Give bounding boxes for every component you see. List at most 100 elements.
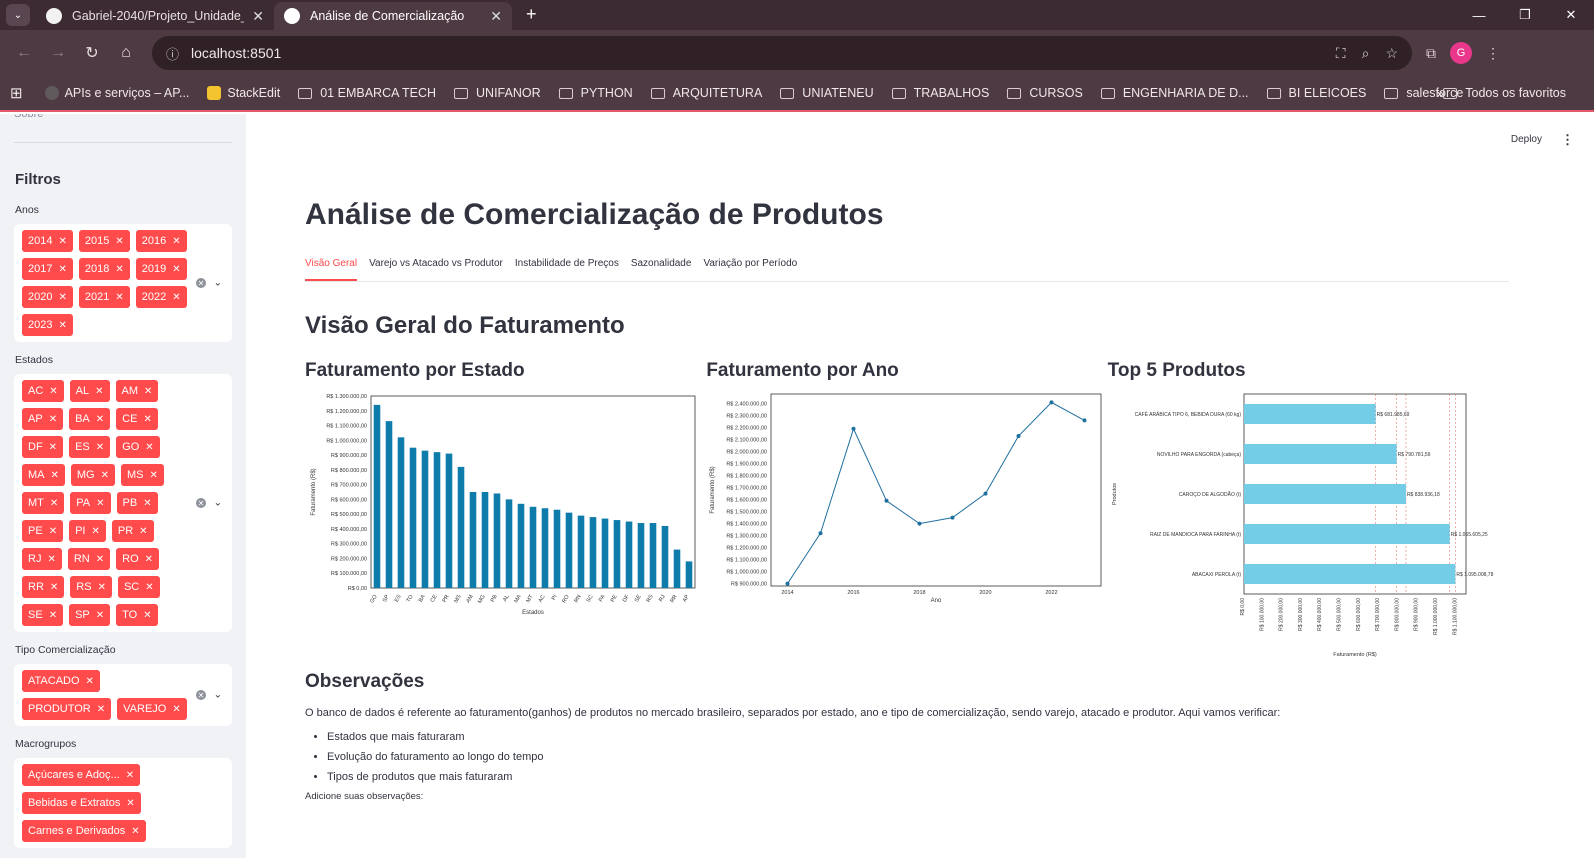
filter-chip[interactable]: 2020 ✕ xyxy=(22,286,73,308)
filter-chip[interactable]: GO ✕ xyxy=(116,436,160,458)
filter-chip[interactable]: 2015 ✕ xyxy=(78,230,130,252)
filter-chip[interactable]: SE ✕ xyxy=(22,604,64,626)
filter-chip[interactable]: SP ✕ xyxy=(69,604,111,626)
macro-multiselect[interactable]: Açúcares e Adoç... ✕ Bebidas e Extratos ✕ Ca… xyxy=(14,758,232,848)
remove-chip-icon[interactable]: ✕ xyxy=(150,470,158,481)
filter-chip[interactable]: 2016 ✕ xyxy=(135,230,187,252)
remove-chip-icon[interactable]: ✕ xyxy=(96,498,104,509)
chevron-down-icon[interactable]: ⌄ xyxy=(214,690,222,701)
site-info-icon[interactable]: ⓘ xyxy=(166,44,179,63)
filter-chip[interactable]: MG ✕ xyxy=(70,464,116,486)
minimize-icon[interactable]: — xyxy=(1456,0,1502,30)
filter-chip[interactable]: AL ✕ xyxy=(69,380,110,402)
new-tab-button[interactable]: + xyxy=(526,4,537,25)
remove-chip-icon[interactable]: ✕ xyxy=(172,236,180,247)
remove-chip-icon[interactable]: ✕ xyxy=(96,610,104,621)
avatar[interactable]: G xyxy=(1450,42,1472,64)
remove-chip-icon[interactable]: ✕ xyxy=(145,442,153,453)
remove-chip-icon[interactable]: ✕ xyxy=(96,414,104,425)
remove-chip-icon[interactable]: ✕ xyxy=(49,610,57,621)
filter-chip[interactable]: MS ✕ xyxy=(121,464,164,486)
filter-chip[interactable]: AC ✕ xyxy=(22,380,64,402)
close-tab-icon[interactable]: ✕ xyxy=(490,8,502,25)
filter-chip[interactable]: RJ ✕ xyxy=(22,548,62,570)
remove-chip-icon[interactable]: ✕ xyxy=(58,292,66,303)
remove-chip-icon[interactable]: ✕ xyxy=(91,526,99,537)
remove-chip-icon[interactable]: ✕ xyxy=(126,798,134,809)
main-menu-icon[interactable]: ⋮ xyxy=(1561,132,1574,148)
remove-chip-icon[interactable]: ✕ xyxy=(172,264,180,275)
forward-icon[interactable]: → xyxy=(42,37,74,69)
filter-chip[interactable]: 2022 ✕ xyxy=(135,286,187,308)
filter-chip[interactable]: MA ✕ xyxy=(22,464,65,486)
filter-chip[interactable]: ATACADO ✕ xyxy=(22,670,100,692)
filter-chip[interactable]: PB ✕ xyxy=(116,492,158,514)
filter-chip[interactable]: SC ✕ xyxy=(117,576,160,598)
bookmark-folder[interactable]: CURSOS xyxy=(1007,86,1083,100)
filter-chip[interactable]: PRODUTOR ✕ xyxy=(22,698,112,720)
tab-visao-geral[interactable]: Visão Geral xyxy=(305,258,358,281)
filter-chip[interactable]: AP ✕ xyxy=(22,408,64,430)
filter-chip[interactable]: BA ✕ xyxy=(69,408,111,430)
address-bar[interactable]: ⓘ localhost:8501 ⛶ ⌕ ☆ xyxy=(152,36,1412,70)
remove-chip-icon[interactable]: ✕ xyxy=(145,554,153,565)
remove-chip-icon[interactable]: ✕ xyxy=(115,292,123,303)
filter-chip[interactable]: Carnes e Derivados ✕ xyxy=(22,820,146,842)
all-favorites-folder[interactable]: Todos os favoritos xyxy=(1443,86,1566,100)
remove-chip-icon[interactable]: ✕ xyxy=(98,582,106,593)
tab-instabilidade[interactable]: Instabilidade de Preços xyxy=(515,258,619,281)
home-icon[interactable]: ⌂ xyxy=(110,37,142,69)
tab-varejo-atacado[interactable]: Varejo vs Atacado vs Produtor xyxy=(369,258,503,281)
close-window-icon[interactable]: ✕ xyxy=(1548,0,1594,30)
bookmark-folder[interactable]: BI ELEICOES xyxy=(1266,86,1366,100)
clear-icon[interactable]: ✕ xyxy=(196,498,206,508)
bookmark-folder[interactable]: 01 EMBARCA TECH xyxy=(298,86,436,100)
remove-chip-icon[interactable]: ✕ xyxy=(50,498,58,509)
remove-chip-icon[interactable]: ✕ xyxy=(50,582,58,593)
zoom-icon[interactable]: ⌕ xyxy=(1362,45,1370,62)
remove-chip-icon[interactable]: ✕ xyxy=(86,676,94,687)
bookmark-folder[interactable]: ARQUITETURA xyxy=(650,86,762,100)
filter-chip[interactable]: 2021 ✕ xyxy=(78,286,130,308)
clear-icon[interactable]: ✕ xyxy=(196,278,206,288)
bookmark-star-icon[interactable]: ☆ xyxy=(1385,45,1398,62)
bookmark-folder[interactable]: UNIATENEU xyxy=(780,86,874,100)
filter-chip[interactable]: 2014 ✕ xyxy=(22,230,73,252)
close-tab-icon[interactable]: ✕ xyxy=(252,8,264,25)
remove-chip-icon[interactable]: ✕ xyxy=(131,826,139,837)
remove-chip-icon[interactable]: ✕ xyxy=(49,386,57,397)
filter-chip[interactable]: VAREJO ✕ xyxy=(117,698,187,720)
bookmark-folder[interactable]: TRABALHOS xyxy=(891,86,989,100)
filter-chip[interactable]: PI ✕ xyxy=(69,520,106,542)
remove-chip-icon[interactable]: ✕ xyxy=(49,526,57,537)
remove-chip-icon[interactable]: ✕ xyxy=(143,414,151,425)
filter-chip[interactable]: Bebidas e Extratos ✕ xyxy=(22,792,141,814)
bookmark-folder[interactable]: UNIFANOR xyxy=(454,86,541,100)
filter-chip[interactable]: DF ✕ xyxy=(22,436,64,458)
extensions-icon[interactable]: ⧉ xyxy=(1426,45,1436,62)
filter-chip[interactable]: PR ✕ xyxy=(111,520,154,542)
estados-multiselect[interactable]: AC ✕ AL ✕ AM ✕ AP ✕ BA ✕ CE ✕ DF ✕ ES ✕ GO ✕ MA ✕ MG ✕ MS ✕ MT ✕ P… xyxy=(14,374,232,632)
remove-chip-icon[interactable]: ✕ xyxy=(49,414,57,425)
browser-tab-github[interactable]: Gabriel-2040/Projeto_Unidade_ ✕ xyxy=(36,2,274,30)
sidebar-link-sobre[interactable]: Sobre xyxy=(14,114,232,122)
remove-chip-icon[interactable]: ✕ xyxy=(58,236,66,247)
filter-chip[interactable]: 2019 ✕ xyxy=(135,258,187,280)
tab-variacao[interactable]: Variação por Período xyxy=(703,258,797,281)
remove-chip-icon[interactable]: ✕ xyxy=(51,470,59,481)
anos-multiselect[interactable]: 2014 ✕ 2015 ✕ 2016 ✕ 2017 ✕ 2018 ✕ 2019 ✕ 2020 ✕ 2021 ✕… xyxy=(14,224,232,342)
remove-chip-icon[interactable]: ✕ xyxy=(172,292,180,303)
chevron-down-icon[interactable]: ⌄ xyxy=(214,498,222,509)
filter-chip[interactable]: RR ✕ xyxy=(22,576,65,598)
bookmark-item[interactable]: APIs e serviços – AP... xyxy=(44,86,189,100)
bookmark-folder[interactable]: ENGENHARIA DE D... xyxy=(1100,86,1249,100)
remove-chip-icon[interactable]: ✕ xyxy=(145,582,153,593)
filter-chip[interactable]: 2017 ✕ xyxy=(22,258,73,280)
remove-chip-icon[interactable]: ✕ xyxy=(115,236,123,247)
reload-icon[interactable]: ↻ xyxy=(76,37,108,69)
remove-chip-icon[interactable]: ✕ xyxy=(96,442,104,453)
filter-chip[interactable]: RS ✕ xyxy=(70,576,112,598)
filter-chip[interactable]: ES ✕ xyxy=(69,436,111,458)
bookmark-folder[interactable]: PYTHON xyxy=(558,86,633,100)
browser-tab-app[interactable]: Análise de Comercialização ✕ xyxy=(274,2,512,30)
